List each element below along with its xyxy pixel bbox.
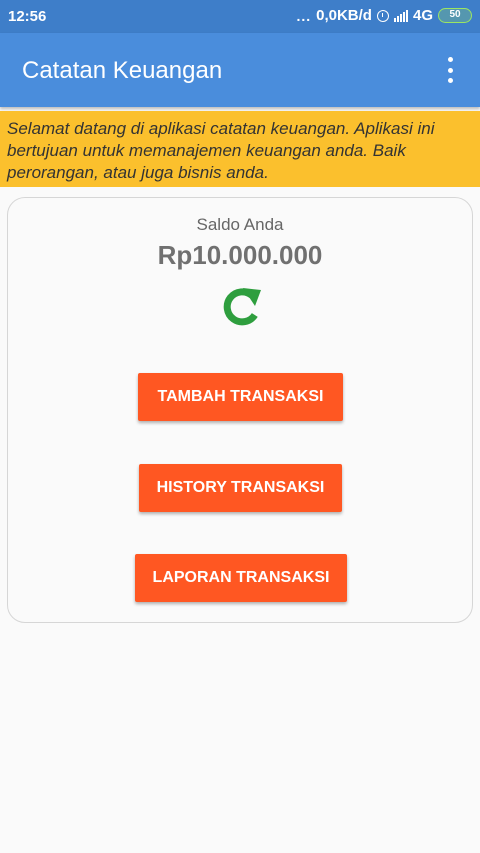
network-speed: 0,0KB/d — [316, 7, 372, 24]
alarm-icon — [376, 9, 389, 22]
network-type: 4G — [412, 7, 433, 24]
notification-dots: ... — [296, 7, 312, 24]
app-bar: Catatan Keuangan — [0, 33, 480, 107]
transaction-history-button[interactable]: HISTORY TRANSAKSI — [139, 464, 342, 512]
welcome-banner: Selamat datang di aplikasi catatan keuan… — [0, 111, 480, 187]
overflow-menu-icon[interactable] — [440, 57, 460, 83]
balance-card: Saldo Anda Rp10.000.000 TAMBAH TRANSAKSI… — [7, 197, 473, 623]
add-transaction-button[interactable]: TAMBAH TRANSAKSI — [138, 373, 343, 421]
app-title: Catatan Keuangan — [22, 57, 223, 84]
battery-icon: 50 — [438, 8, 472, 23]
status-time: 12:56 — [8, 8, 47, 25]
status-icons: ... 0,0KB/d 4G 50 — [296, 7, 472, 24]
signal-icon — [393, 9, 408, 22]
transaction-report-button[interactable]: LAPORAN TRANSAKSI — [135, 554, 347, 602]
refresh-icon[interactable] — [219, 286, 263, 330]
balance-value: Rp10.000.000 — [157, 240, 323, 270]
status-bar: 12:56 ... 0,0KB/d 4G 50 — [0, 0, 480, 33]
balance-label: Saldo Anda — [196, 215, 284, 234]
